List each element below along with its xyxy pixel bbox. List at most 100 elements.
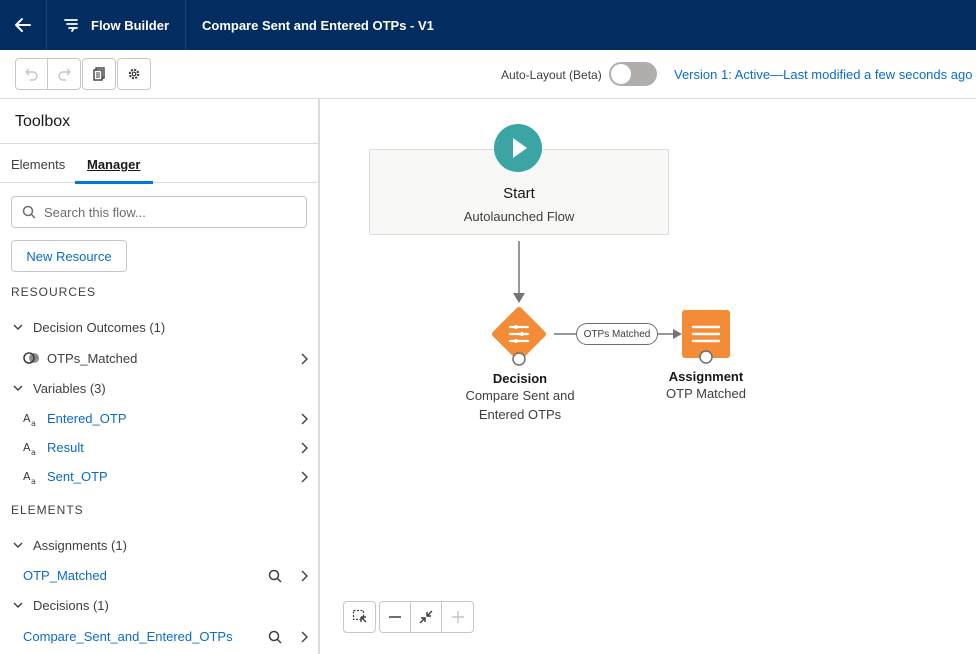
flow-title: Compare Sent and Entered OTPs - V1 <box>202 17 434 33</box>
app-name: Flow Builder <box>91 17 169 33</box>
plus-icon <box>451 611 464 623</box>
svg-text:A: A <box>23 441 31 454</box>
search-icon[interactable] <box>268 569 282 583</box>
start-node-title: Start <box>503 185 535 202</box>
undo-button[interactable] <box>16 59 48 89</box>
auto-layout-toggle[interactable] <box>609 62 657 86</box>
resource-group-variables[interactable]: Variables (3) <box>0 377 318 401</box>
toolbox-panel: Toolbox Elements Manager Search this flo… <box>0 99 320 654</box>
settings-button[interactable] <box>118 59 150 89</box>
chevron-right-icon <box>301 471 308 483</box>
chevron-right-icon <box>301 570 308 582</box>
svg-text:a: a <box>31 477 36 485</box>
search-icon <box>22 205 36 219</box>
group-label: Assignments (1) <box>33 538 127 553</box>
flow-canvas[interactable]: Start Autolaunched Flow Decision Compare… <box>322 99 976 654</box>
group-label: Variables (3) <box>33 381 106 396</box>
tab-elements[interactable]: Elements <box>11 157 65 172</box>
text-variable-icon: Aa <box>23 470 36 485</box>
svg-text:A: A <box>23 470 31 483</box>
back-button[interactable] <box>0 0 47 50</box>
decision-name-line2: Entered OTPs <box>478 407 562 422</box>
chevron-right-icon <box>301 353 308 365</box>
version-status[interactable]: Version 1: Active—Last modified a few se… <box>674 67 972 82</box>
zoom-group <box>379 601 474 633</box>
marquee-icon <box>352 609 366 623</box>
toolbar: Auto-Layout (Beta) Version 1: Active—Las… <box>0 50 976 99</box>
item-label: OTPs_Matched <box>47 351 138 366</box>
decision-node[interactable] <box>486 301 552 367</box>
item-label: Entered_OTP <box>47 411 127 426</box>
start-node-subtitle: Autolaunched Flow <box>463 209 575 224</box>
element-group-decisions[interactable]: Decisions (1) <box>0 594 318 618</box>
chevron-down-icon <box>13 542 23 548</box>
resource-group-decision-outcomes[interactable]: Decision Outcomes (1) <box>0 316 318 340</box>
undo-icon <box>24 68 38 81</box>
elements-heading: ELEMENTS <box>11 503 84 517</box>
search-icon[interactable] <box>268 630 282 644</box>
decision-name-line1: Compare Sent and <box>465 388 575 403</box>
group-label: Decisions (1) <box>33 598 109 613</box>
new-resource-button[interactable]: New Resource <box>11 240 127 272</box>
gear-icon <box>128 68 140 80</box>
settings-group <box>117 58 151 90</box>
marquee-select-button[interactable] <box>344 602 375 632</box>
undo-redo-group <box>15 58 81 90</box>
redo-button[interactable] <box>48 59 80 89</box>
svg-text:A: A <box>23 412 31 425</box>
decision-node-label: Decision Compare Sent and Entered OTPs <box>460 371 580 424</box>
svg-text:a: a <box>31 448 36 456</box>
outcome-icon <box>23 352 39 364</box>
auto-layout-label: Auto-Layout (Beta) <box>501 68 602 82</box>
flow-icon <box>64 19 78 32</box>
toolbox-tabs: Elements Manager <box>0 143 318 184</box>
tab-manager[interactable]: Manager <box>87 157 140 172</box>
active-tab-indicator <box>75 181 153 184</box>
zoom-in-button[interactable] <box>442 602 473 632</box>
chevron-down-icon <box>13 385 23 391</box>
resources-heading: RESOURCES <box>11 285 97 299</box>
search-placeholder: Search this flow... <box>44 205 146 220</box>
assignment-node[interactable] <box>681 309 731 367</box>
start-node-icon[interactable] <box>494 124 542 172</box>
marquee-group <box>343 601 376 633</box>
copy-group <box>82 58 116 90</box>
resource-item-otps-matched[interactable]: OTPs_Matched <box>0 347 318 371</box>
copy-icon <box>93 67 105 81</box>
zoom-out-button[interactable] <box>380 602 411 632</box>
resource-item-result[interactable]: Aa Result <box>0 436 318 460</box>
redo-icon <box>58 68 71 81</box>
text-variable-icon: Aa <box>23 441 36 456</box>
group-label: Decision Outcomes (1) <box>33 320 166 335</box>
element-item-otp-matched[interactable]: OTP_Matched <box>0 564 318 588</box>
resource-item-sent-otp[interactable]: Aa Sent_OTP <box>0 465 318 489</box>
copy-button[interactable] <box>83 59 115 89</box>
toolbox-title: Toolbox <box>15 113 71 130</box>
item-label: Sent_OTP <box>47 469 108 484</box>
item-label: Compare_Sent_and_Entered_OTPs <box>23 629 233 644</box>
app-launcher[interactable]: Flow Builder <box>47 0 186 50</box>
chevron-right-icon <box>301 413 308 425</box>
resource-item-entered-otp[interactable]: Aa Entered_OTP <box>0 407 318 431</box>
assignment-name: OTP Matched <box>666 386 746 401</box>
element-group-assignments[interactable]: Assignments (1) <box>0 534 318 558</box>
chevron-right-icon <box>301 442 308 454</box>
item-label: Result <box>47 440 84 455</box>
search-input[interactable]: Search this flow... <box>11 196 307 228</box>
fit-to-view-button[interactable] <box>411 602 442 632</box>
chevron-down-icon <box>13 324 23 330</box>
element-item-compare-otps[interactable]: Compare_Sent_and_Entered_OTPs <box>0 625 318 649</box>
decision-type: Decision <box>492 371 548 386</box>
app-header: Flow Builder Compare Sent and Entered OT… <box>0 0 976 50</box>
chevron-right-icon <box>301 631 308 643</box>
assignment-node-label: Assignment OTP Matched <box>646 369 766 403</box>
item-label: OTP_Matched <box>23 568 107 583</box>
play-icon <box>513 138 527 158</box>
toggle-knob <box>611 64 631 84</box>
text-variable-icon: Aa <box>23 412 36 427</box>
contract-icon <box>419 610 433 624</box>
connector-label-otps-matched[interactable]: OTPs Matched <box>576 323 658 345</box>
decision-icon <box>508 325 530 343</box>
svg-text:a: a <box>31 419 36 427</box>
minus-icon <box>389 616 401 618</box>
